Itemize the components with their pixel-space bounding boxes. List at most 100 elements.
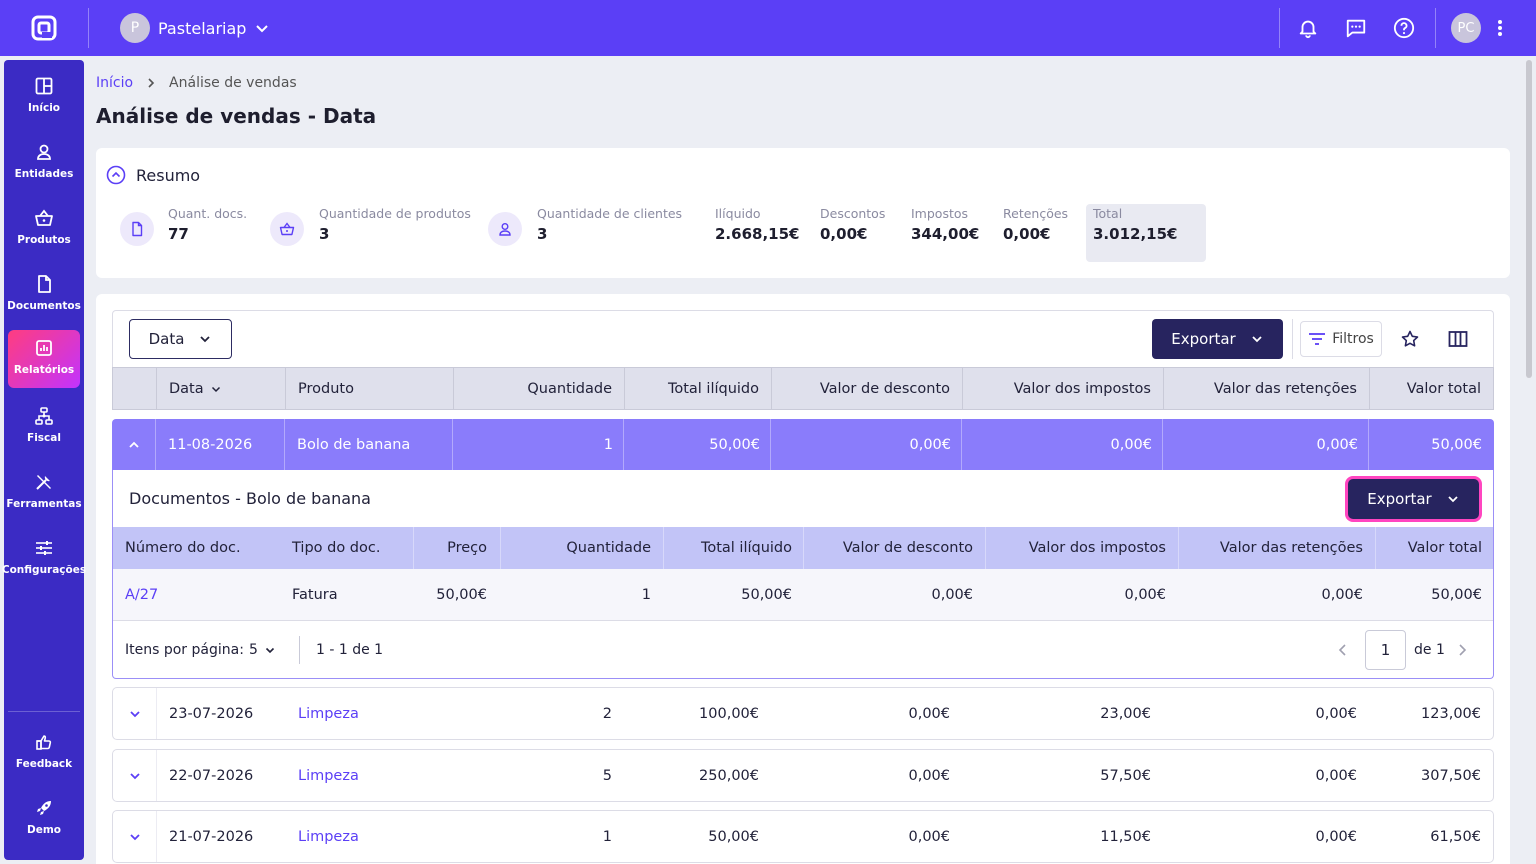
column-divider bbox=[285, 368, 286, 409]
header-date[interactable]: Data bbox=[169, 368, 222, 409]
cell-taxes: 0,00€ bbox=[1124, 586, 1166, 603]
header-product[interactable]: Produto bbox=[298, 368, 354, 409]
header-discount[interactable]: Valor de desconto bbox=[820, 368, 950, 409]
stat-label: Quantidade de produtos bbox=[319, 206, 471, 221]
expand-row-button[interactable] bbox=[113, 750, 156, 801]
sidebar-item-documentos[interactable]: Documentos bbox=[7, 266, 81, 324]
sidebar-item-produtos[interactable]: Produtos bbox=[8, 200, 80, 258]
star-icon[interactable] bbox=[1396, 325, 1424, 353]
sidebar-item-fiscal[interactable]: Fiscal bbox=[8, 398, 80, 456]
cell-product-link[interactable]: Limpeza bbox=[298, 750, 359, 801]
header-withholdings[interactable]: Valor das retenções bbox=[1214, 368, 1357, 409]
header-quantity[interactable]: Quantidade bbox=[527, 368, 612, 409]
breadcrumb-home-link[interactable]: Início bbox=[96, 75, 133, 91]
stat-products: Quantidade de produtos 3 bbox=[319, 206, 471, 243]
sidebar-item-configuracoes[interactable]: Configurações bbox=[2, 530, 86, 588]
column-divider bbox=[156, 811, 157, 862]
header-taxes[interactable]: Valor dos impostos bbox=[1014, 368, 1151, 409]
filter-icon bbox=[1309, 333, 1326, 345]
header-taxes[interactable]: Valor dos impostos bbox=[1029, 527, 1166, 569]
pagination: Itens por página: 5 1 - 1 de 1 1 de 1 bbox=[113, 622, 1493, 678]
sidebar-item-relatorios[interactable]: Relatórios bbox=[8, 330, 80, 388]
user-avatar[interactable]: PC bbox=[1451, 13, 1481, 43]
cell-withholdings: 0,00€ bbox=[1316, 436, 1358, 453]
summary-toggle[interactable]: Resumo bbox=[106, 165, 200, 185]
sidebar-item-demo[interactable]: Demo bbox=[8, 790, 80, 848]
expand-row-button[interactable] bbox=[113, 688, 156, 739]
group-by-select[interactable]: Data bbox=[129, 319, 232, 359]
app-logo-icon[interactable] bbox=[30, 14, 58, 42]
basket-icon bbox=[270, 212, 304, 246]
header-discount[interactable]: Valor de desconto bbox=[843, 527, 973, 569]
more-vertical-icon[interactable] bbox=[1488, 16, 1512, 40]
sort-down-icon bbox=[211, 386, 220, 392]
bell-icon[interactable] bbox=[1296, 16, 1320, 40]
detail-table-row: A/27 Fatura 50,00€ 1 50,00€ 0,00€ 0,00€ … bbox=[113, 569, 1493, 621]
table-toolbar: Data Exportar Filtros bbox=[112, 310, 1494, 367]
chat-icon[interactable] bbox=[1344, 16, 1368, 40]
cell-quantity: 1 bbox=[602, 828, 612, 845]
header-total[interactable]: Valor total bbox=[1408, 527, 1482, 569]
items-per-page-select[interactable]: 5 bbox=[249, 622, 276, 678]
sidebar-item-label: Ferramentas bbox=[6, 498, 82, 510]
table-row[interactable]: 23-07-2026 Limpeza 2 100,00€ 0,00€ 23,00… bbox=[112, 687, 1494, 740]
items-per-page-value: 5 bbox=[249, 642, 258, 658]
export-button[interactable]: Exportar bbox=[1152, 319, 1283, 359]
cell-date: 23-07-2026 bbox=[169, 705, 254, 722]
sidebar-item-label: Produtos bbox=[17, 234, 71, 246]
columns-icon[interactable] bbox=[1444, 325, 1472, 353]
header-net-total[interactable]: Total ilíquido bbox=[701, 527, 792, 569]
company-avatar: P bbox=[120, 13, 150, 43]
stat-label: Descontos bbox=[820, 206, 886, 221]
stat-label: Retenções bbox=[1003, 206, 1069, 221]
cell-withholdings: 0,00€ bbox=[1315, 767, 1357, 784]
sidebar-item-entidades[interactable]: Entidades bbox=[8, 134, 80, 192]
filters-button[interactable]: Filtros bbox=[1300, 321, 1382, 357]
topbar-divider bbox=[1435, 8, 1436, 48]
sidebar-item-ferramentas[interactable]: Ferramentas bbox=[6, 464, 82, 522]
document-icon bbox=[38, 275, 51, 293]
column-divider bbox=[1178, 527, 1179, 569]
sidebar-item-feedback[interactable]: Feedback bbox=[8, 724, 80, 782]
detail-export-button[interactable]: Exportar bbox=[1348, 479, 1479, 519]
column-divider bbox=[803, 527, 804, 569]
page-number-input[interactable]: 1 bbox=[1365, 630, 1406, 670]
breadcrumb: Início Análise de vendas bbox=[96, 75, 297, 91]
expand-row-button[interactable] bbox=[113, 811, 156, 862]
tools-icon bbox=[36, 475, 51, 490]
next-page-icon[interactable] bbox=[1456, 622, 1468, 678]
header-doc-type[interactable]: Tipo do doc. bbox=[292, 527, 380, 569]
table-row[interactable]: 22-07-2026 Limpeza 5 250,00€ 0,00€ 57,50… bbox=[112, 749, 1494, 802]
column-divider bbox=[663, 527, 664, 569]
header-total[interactable]: Valor total bbox=[1407, 368, 1481, 409]
table-row-expanded[interactable]: 11-08-2026 Bolo de banana 1 50,00€ 0,00€… bbox=[112, 419, 1494, 470]
table-row[interactable]: 21-07-2026 Limpeza 1 50,00€ 0,00€ 11,50€… bbox=[112, 810, 1494, 863]
report-panel: Data Exportar Filtros Data Produto Quant… bbox=[96, 294, 1510, 864]
page-scrollbar[interactable] bbox=[1526, 60, 1532, 378]
cell-price: 50,00€ bbox=[436, 586, 487, 603]
stat-label: Quantidade de clientes bbox=[537, 206, 683, 221]
cell-quantity: 1 bbox=[641, 586, 651, 603]
cell-product-link[interactable]: Limpeza bbox=[298, 688, 359, 739]
header-quantity[interactable]: Quantidade bbox=[566, 527, 651, 569]
sidebar-item-inicio[interactable]: Início bbox=[8, 68, 80, 126]
cell-quantity: 1 bbox=[603, 436, 613, 453]
stat-net: Ilíquido 2.668,15€ bbox=[715, 206, 799, 243]
cell-discount: 0,00€ bbox=[908, 767, 950, 784]
company-selector[interactable]: P Pastelariap bbox=[120, 13, 270, 43]
header-price[interactable]: Preço bbox=[447, 527, 487, 569]
stat-value: 3.012,15€ bbox=[1093, 225, 1178, 243]
header-net-total[interactable]: Total ilíquido bbox=[668, 368, 759, 409]
doc-number-link[interactable]: A/27 bbox=[125, 569, 158, 620]
detail-table-header: Número do doc. Tipo do doc. Preço Quanti… bbox=[113, 527, 1493, 569]
cell-product-link[interactable]: Limpeza bbox=[298, 811, 359, 862]
header-withholdings[interactable]: Valor das retenções bbox=[1220, 527, 1363, 569]
cell-discount: 0,00€ bbox=[908, 705, 950, 722]
user-icon bbox=[37, 144, 51, 160]
prev-page-icon[interactable] bbox=[1337, 622, 1349, 678]
cell-product: Bolo de banana bbox=[297, 436, 411, 453]
help-icon[interactable] bbox=[1392, 16, 1416, 40]
header-doc-number[interactable]: Número do doc. bbox=[125, 527, 241, 569]
sidebar-item-label: Documentos bbox=[7, 300, 81, 312]
collapse-row-button[interactable] bbox=[112, 419, 155, 470]
